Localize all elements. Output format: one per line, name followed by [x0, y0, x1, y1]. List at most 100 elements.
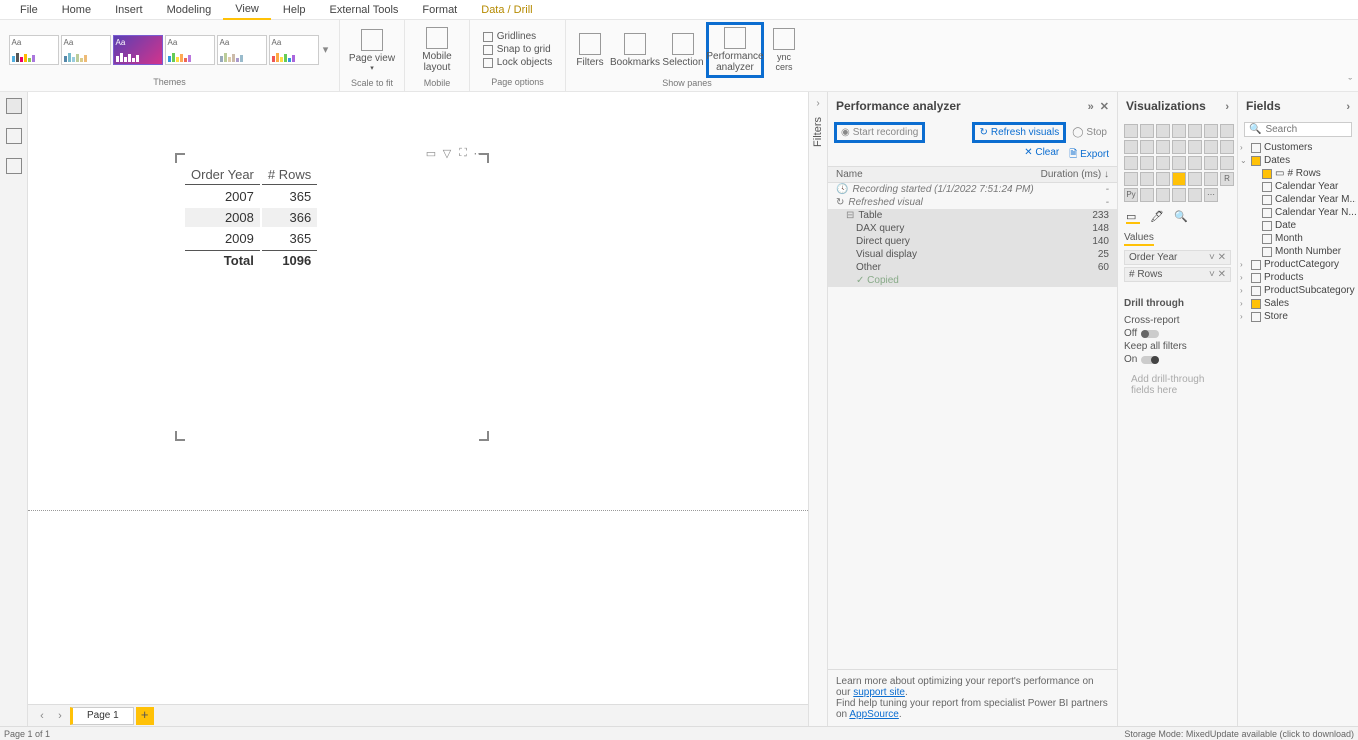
- table-visual[interactable]: ▭ ▽ ⛶ ⋯ Order Year# Rows 2007365 2008366…: [176, 154, 488, 440]
- drill-drop-area[interactable]: Add drill-through fields here: [1124, 367, 1231, 403]
- field-node[interactable]: Month Number: [1240, 245, 1356, 258]
- start-recording-button[interactable]: ◉ Start recording: [834, 122, 925, 143]
- viz-icon[interactable]: [1204, 140, 1218, 154]
- viz-icon[interactable]: Py: [1124, 188, 1138, 202]
- table-node[interactable]: ›Sales: [1240, 297, 1356, 310]
- perf-row-visual-display[interactable]: Visual display25: [828, 248, 1117, 261]
- viz-icon[interactable]: [1172, 172, 1186, 186]
- viz-icon[interactable]: [1156, 172, 1170, 186]
- viz-icon[interactable]: R: [1220, 172, 1234, 186]
- storage-mode[interactable]: Storage Mode: MixedUpdate available (cli…: [1124, 729, 1354, 739]
- filters-expand-icon[interactable]: ›: [816, 98, 819, 109]
- theme-swatch[interactable]: Aa: [9, 35, 59, 65]
- viz-icon[interactable]: ⋯: [1204, 188, 1218, 202]
- pane-collapse-icon[interactable]: »: [1088, 101, 1094, 113]
- model-view-icon[interactable]: [6, 158, 22, 174]
- viz-icon[interactable]: [1204, 156, 1218, 170]
- visual-focus-icon[interactable]: ⛶: [457, 147, 469, 159]
- viz-icon[interactable]: [1220, 140, 1234, 154]
- mobile-layout-button[interactable]: Mobile layout: [409, 22, 465, 78]
- bookmarks-button[interactable]: Bookmarks: [610, 22, 660, 78]
- ribbon-collapse-icon[interactable]: ˇ: [1342, 75, 1358, 91]
- visual-more-icon[interactable]: ⋯: [473, 147, 485, 159]
- viz-icon[interactable]: [1140, 188, 1154, 202]
- sync-slicers-button[interactable]: ynccers: [764, 22, 804, 78]
- tab-external[interactable]: External Tools: [318, 1, 411, 19]
- pane-close-icon[interactable]: ✕: [1100, 101, 1109, 113]
- report-view-icon[interactable]: [6, 98, 22, 114]
- pane-collapse-icon[interactable]: ›: [1225, 101, 1229, 113]
- viz-icon[interactable]: [1140, 124, 1154, 138]
- remove-field-icon[interactable]: ˅ ✕: [1209, 269, 1226, 280]
- pane-collapse-icon[interactable]: ›: [1346, 101, 1350, 113]
- page-tab[interactable]: Page 1: [70, 707, 134, 725]
- field-node[interactable]: Month: [1240, 232, 1356, 245]
- tab-format[interactable]: Format: [410, 1, 469, 19]
- col-duration[interactable]: Duration (ms) ↓: [1041, 169, 1109, 180]
- viz-icon[interactable]: [1140, 172, 1154, 186]
- perf-row-table[interactable]: ⊟Table233: [828, 209, 1117, 222]
- format-tab-icon[interactable]: 🖊: [1150, 210, 1164, 224]
- table-node[interactable]: ›ProductCategory: [1240, 258, 1356, 271]
- viz-icon[interactable]: [1188, 188, 1202, 202]
- stop-button[interactable]: ◯ Stop: [1068, 125, 1111, 140]
- viz-icon[interactable]: [1124, 140, 1138, 154]
- theme-swatch[interactable]: Aa: [269, 35, 319, 65]
- viz-icon[interactable]: [1172, 124, 1186, 138]
- theme-swatch[interactable]: Aa: [165, 35, 215, 65]
- viz-icon[interactable]: [1172, 188, 1186, 202]
- snap-checkbox[interactable]: Snap to grid: [483, 44, 551, 55]
- viz-icon[interactable]: [1188, 140, 1202, 154]
- tab-home[interactable]: Home: [50, 1, 103, 19]
- viz-icon[interactable]: [1204, 124, 1218, 138]
- search-input[interactable]: [1265, 124, 1347, 135]
- viz-icon[interactable]: [1156, 156, 1170, 170]
- fields-tab-icon[interactable]: ▭: [1126, 210, 1140, 224]
- theme-swatch-selected[interactable]: Aa: [113, 35, 163, 65]
- clear-button[interactable]: ✕ Clear: [1024, 147, 1059, 164]
- report-canvas[interactable]: ▭ ▽ ⛶ ⋯ Order Year# Rows 2007365 2008366…: [28, 92, 808, 726]
- table-node[interactable]: ⌄Dates: [1240, 154, 1356, 167]
- field-well[interactable]: # Rows˅ ✕: [1124, 267, 1231, 282]
- viz-icon[interactable]: [1156, 140, 1170, 154]
- visual-filter-icon[interactable]: ▽: [441, 147, 453, 159]
- viz-icon[interactable]: [1156, 124, 1170, 138]
- tab-help[interactable]: Help: [271, 1, 318, 19]
- add-page-button[interactable]: +: [136, 707, 154, 725]
- support-link[interactable]: support site: [853, 687, 905, 698]
- field-node[interactable]: ▭# Rows: [1240, 167, 1356, 180]
- table-node[interactable]: ›Store: [1240, 310, 1356, 323]
- viz-icon[interactable]: [1220, 156, 1234, 170]
- visual-drill-icon[interactable]: ▭: [425, 147, 437, 159]
- viz-icon[interactable]: [1188, 172, 1202, 186]
- field-node[interactable]: Calendar Year M...: [1240, 193, 1356, 206]
- page-next-icon[interactable]: ›: [52, 710, 68, 722]
- remove-field-icon[interactable]: ˅ ✕: [1209, 252, 1226, 263]
- page-view-button[interactable]: Page view▾: [344, 22, 400, 78]
- viz-icon[interactable]: [1188, 124, 1202, 138]
- performance-analyzer-button[interactable]: Performance analyzer: [706, 22, 764, 78]
- theme-swatch[interactable]: Aa: [217, 35, 267, 65]
- fields-search[interactable]: 🔍: [1244, 122, 1352, 137]
- cross-report-toggle[interactable]: Off: [1124, 328, 1231, 339]
- viz-icon[interactable]: [1140, 140, 1154, 154]
- data-view-icon[interactable]: [6, 128, 22, 144]
- perf-row-dax[interactable]: DAX query148: [828, 222, 1117, 235]
- tab-insert[interactable]: Insert: [103, 1, 155, 19]
- field-node[interactable]: Date: [1240, 219, 1356, 232]
- analytics-tab-icon[interactable]: 🔍: [1174, 210, 1188, 224]
- tab-file[interactable]: File: [8, 1, 50, 19]
- tab-modeling[interactable]: Modeling: [155, 1, 224, 19]
- selection-button[interactable]: Selection: [660, 22, 706, 78]
- perf-row-other[interactable]: Other60: [828, 261, 1117, 274]
- themes-more-icon[interactable]: ▾: [320, 43, 332, 56]
- viz-icon[interactable]: [1188, 156, 1202, 170]
- refresh-visuals-button[interactable]: ↻ Refresh visuals: [972, 122, 1066, 143]
- lock-checkbox[interactable]: Lock objects: [483, 57, 553, 68]
- keep-filters-toggle[interactable]: On: [1124, 354, 1231, 365]
- export-button[interactable]: 🗎 Export: [1069, 147, 1109, 164]
- field-well[interactable]: Order Year˅ ✕: [1124, 250, 1231, 265]
- page-prev-icon[interactable]: ‹: [34, 710, 50, 722]
- viz-icon[interactable]: [1124, 156, 1138, 170]
- viz-icon[interactable]: [1156, 188, 1170, 202]
